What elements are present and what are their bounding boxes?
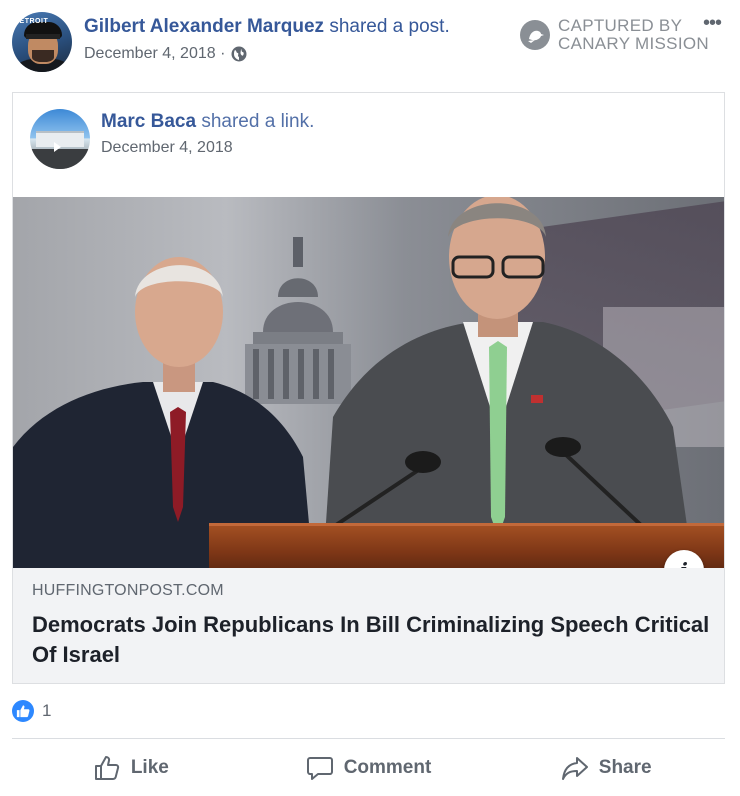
canary-mission-watermark: CAPTURED BY CANARY MISSION [520,17,709,53]
more-options-icon[interactable]: ••• [703,12,722,35]
avatar-cap-text: DETROIT [14,18,49,25]
article-caption[interactable]: HUFFINGTONPOST.COM Democrats Join Republ… [13,568,724,683]
canary-bird-icon [520,20,550,50]
action-bar: Like Comment Share [12,740,725,796]
like-button[interactable]: Like [12,740,250,796]
like-reaction-icon [12,700,34,722]
article-title[interactable]: Democrats Join Republicans In Bill Crimi… [32,610,712,670]
watermark-line-2: CANARY MISSION [558,34,709,53]
reactions-summary[interactable]: 1 [12,700,51,722]
microphones-graphic [331,437,645,529]
post-header: DETROIT Gilbert Alexander Marquez shared… [0,0,740,86]
comment-label: Comment [343,757,432,778]
shared-post-header: Marc Baca shared a link. December 4, 201… [13,93,724,197]
person-left-graphic [13,257,313,568]
author-avatar[interactable]: DETROIT [12,12,72,72]
sharer-name[interactable]: Marc Baca [101,111,196,132]
globe-icon [231,46,247,62]
share-button[interactable]: Share [487,740,725,796]
comment-icon [306,757,333,780]
podium-graphic [209,523,724,568]
article-image[interactable] [13,197,724,568]
thumbs-up-icon [94,756,119,780]
share-arrow-icon [561,757,588,780]
like-label: Like [130,757,169,778]
shared-post-date[interactable]: December 4, 2018 [101,139,233,157]
watermark-line-1: CAPTURED BY [558,16,683,35]
sharer-avatar[interactable] [30,109,90,169]
shared-post-card: Marc Baca shared a link. December 4, 201… [12,92,725,684]
comment-button[interactable]: Comment [250,740,488,796]
post-author-name[interactable]: Gilbert Alexander Marquez [84,16,324,37]
article-domain: HUFFINGTONPOST.COM [32,582,224,599]
post-author-line: Gilbert Alexander Marquez shared a post. [84,16,450,38]
sharer-action-text: shared a link. [201,111,315,132]
post-meta: December 4, 2018 · [84,45,247,63]
post-date[interactable]: December 4, 2018 · [84,45,225,63]
sharer-line: Marc Baca shared a link. [101,111,314,133]
reaction-count: 1 [42,701,52,720]
action-divider [12,738,725,739]
post-action-text: shared a post. [329,16,450,37]
share-label: Share [598,757,652,778]
